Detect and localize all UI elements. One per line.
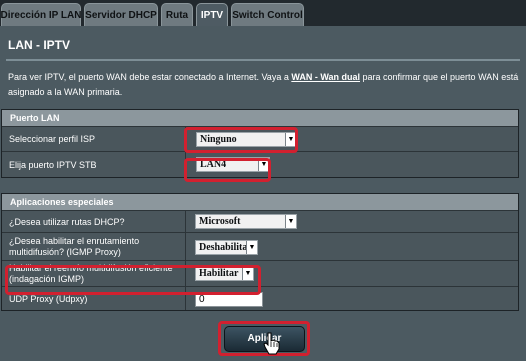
tab-servidor-dhcp[interactable]: Servidor DHCP: [84, 3, 158, 26]
main-panel: LAN - IPTV Para ver IPTV, el puerto WAN …: [0, 26, 526, 361]
dhcp-routes-select[interactable]: Microsoft ▼: [195, 214, 297, 229]
page-title: LAN - IPTV: [8, 38, 70, 52]
isp-profile-highlight: [184, 127, 298, 153]
multicast-routing-label-line2: multidifusión? (IGMP Proxy): [9, 247, 121, 257]
iptv-port-label: Elija puerto IPTV STB: [9, 160, 97, 170]
description-text-before: Para ver IPTV, el puerto WAN debe estar …: [8, 72, 292, 82]
tab-iptv[interactable]: IPTV: [196, 3, 228, 26]
multicast-routing-cell: Deshabilitar ▼: [185, 233, 518, 260]
aplicaciones-header: Aplicaciones especiales: [2, 194, 518, 210]
tab-direccion-ip-lan[interactable]: Dirección IP LAN: [1, 3, 81, 26]
iptv-port-highlight: [184, 158, 271, 182]
multicast-routing-select[interactable]: Deshabilitar ▼: [195, 240, 258, 255]
dhcp-routes-label: ¿Desea utilizar rutas DHCP?: [9, 217, 125, 227]
title-divider: [6, 59, 520, 61]
wan-dual-link[interactable]: WAN - Wan dual: [291, 72, 360, 82]
dhcp-routes-row: ¿Desea utilizar rutas DHCP? Microsoft ▼: [2, 210, 518, 232]
tab-ruta[interactable]: Ruta: [161, 3, 193, 26]
multicast-routing-label: ¿Desea habilitar el enrutamiento multidi…: [9, 236, 139, 258]
puerto-lan-header: Puerto LAN: [2, 110, 518, 126]
hand-cursor-icon: [263, 332, 280, 355]
tab-bar: Dirección IP LAN Servidor DHCP Ruta IPTV…: [0, 0, 526, 26]
multicast-routing-row: ¿Desea habilitar el enrutamiento multidi…: [2, 232, 518, 260]
page-description: Para ver IPTV, el puerto WAN debe estar …: [8, 70, 520, 100]
tab-switch-control[interactable]: Switch Control: [231, 3, 304, 26]
chevron-down-icon: ▼: [246, 241, 257, 254]
chevron-down-icon: ▼: [285, 215, 296, 228]
udp-proxy-label: UDP Proxy (Udpxy): [9, 294, 88, 304]
dhcp-routes-cell: Microsoft ▼: [185, 211, 518, 232]
multicast-routing-label-line1: ¿Desea habilitar el enrutamiento: [9, 236, 140, 246]
dhcp-routes-value: Microsoft: [199, 216, 241, 227]
efficient-multicast-highlight: [5, 265, 261, 295]
multicast-routing-value: Deshabilitar: [199, 242, 252, 253]
isp-profile-label: Seleccionar perfil ISP: [9, 134, 96, 144]
